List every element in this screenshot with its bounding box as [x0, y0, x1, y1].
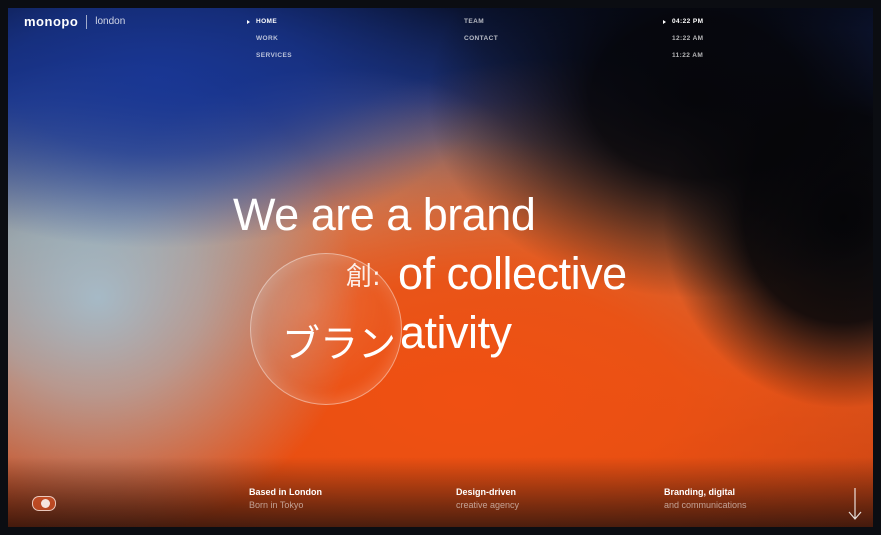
- logo[interactable]: monopo london: [24, 14, 125, 29]
- nav-home[interactable]: HOME: [256, 18, 292, 25]
- footer-services-title: Branding, digital: [664, 487, 735, 497]
- footer-location: Based in London Born in Tokyo: [249, 487, 322, 510]
- logo-divider: [86, 14, 88, 29]
- nav-primary: HOME WORK SERVICES: [256, 18, 292, 59]
- nav-contact[interactable]: CONTACT: [464, 35, 498, 42]
- footer-identity-title: Design-driven: [456, 487, 517, 497]
- nav-team[interactable]: TEAM: [464, 18, 498, 25]
- logo-city: london: [95, 16, 126, 27]
- nav-services[interactable]: SERVICES: [256, 52, 292, 59]
- footer-identity: Design-driven creative agency: [456, 487, 519, 510]
- nav-work[interactable]: WORK: [256, 35, 292, 42]
- toggle-icon[interactable]: [32, 496, 56, 511]
- footer-services-subtitle: and communications: [664, 500, 747, 510]
- toggle-knob: [41, 499, 50, 508]
- clock-other: 11:22 AM: [672, 52, 704, 59]
- footer-location-title: Based in London: [249, 487, 322, 497]
- world-clocks: 04:22 PM 12:22 AM 11:22 AM: [672, 18, 704, 59]
- arrow-down-icon[interactable]: [846, 486, 864, 527]
- lens-japanese-word: ブラン: [282, 322, 397, 366]
- headline-line-1: We are a brand: [233, 189, 536, 240]
- footer-location-subtitle: Born in Tokyo: [249, 500, 304, 510]
- headline-line-3: ativity: [400, 307, 512, 358]
- lens-japanese-char: 創:: [346, 262, 381, 292]
- headline-line-2: of collective: [398, 248, 627, 299]
- clock-tokyo: 12:22 AM: [672, 35, 704, 42]
- logo-brand: monopo: [24, 14, 79, 29]
- clock-london: 04:22 PM: [672, 18, 704, 25]
- footer-identity-subtitle: creative agency: [456, 500, 520, 510]
- footer-services: Branding, digital and communications: [664, 487, 747, 510]
- nav-secondary: TEAM CONTACT: [464, 18, 498, 42]
